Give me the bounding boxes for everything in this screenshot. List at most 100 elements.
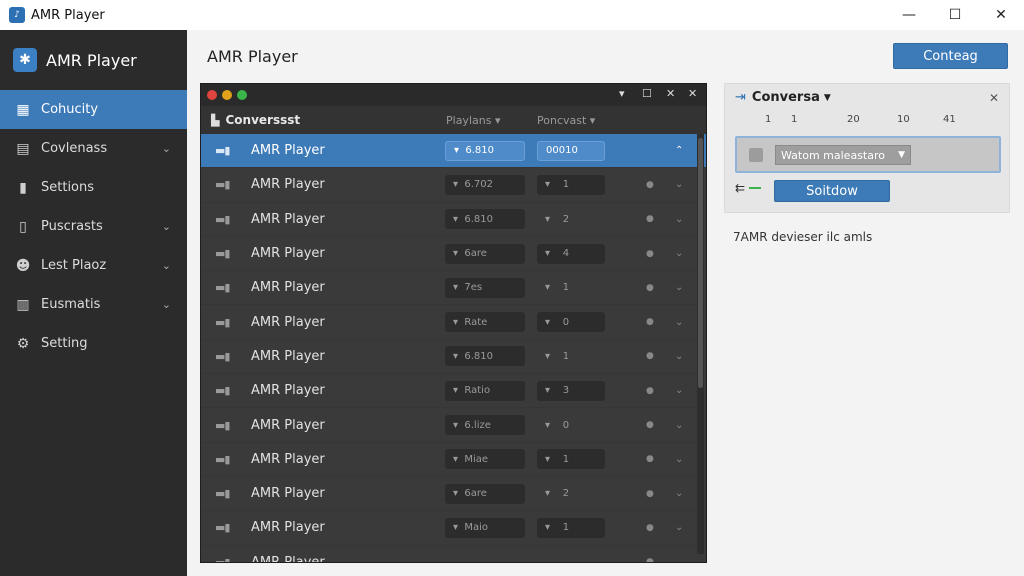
sidebar-item[interactable]: ▤ Covlenass ⌄: [0, 129, 187, 168]
close-icon[interactable]: ✕: [989, 91, 999, 105]
continue-button[interactable]: Conteag: [893, 43, 1008, 69]
table-row[interactable]: ▬▮ AMR Player ▾ Miae ▾ 1 ● ⌄: [201, 443, 706, 477]
scrollbar-thumb[interactable]: [698, 138, 703, 388]
count-field[interactable]: ▾ 1: [537, 174, 605, 195]
bitrate-field[interactable]: ▾ 6.810: [445, 140, 525, 161]
sidebar-item[interactable]: ▥ Eusmatis ⌄: [0, 285, 187, 324]
table-row[interactable]: ▬▮ AMR Player ▾ Rate ▾ 0 ● ⌄: [201, 305, 706, 340]
bitrate-field[interactable]: ▾ Miae: [445, 449, 525, 470]
bitrate-field[interactable]: ▾ Ratio: [445, 380, 525, 401]
chevron-icon[interactable]: ⌄: [675, 282, 683, 293]
track-name: AMR Player: [251, 211, 325, 227]
table-row[interactable]: ▬▮ AMR Player ▾ 7es ▾ 1 ● ⌄: [201, 271, 706, 306]
dot-icon[interactable]: ●: [646, 351, 654, 361]
chevron-icon[interactable]: ⌄: [675, 248, 683, 259]
sidebar-item[interactable]: ▮ Settions: [0, 168, 187, 207]
close-icon[interactable]: ✕: [688, 87, 697, 100]
chevron-down-icon[interactable]: ⌄: [162, 220, 171, 233]
card-title[interactable]: Conversa: [752, 90, 820, 105]
chevron-icon[interactable]: ⌄: [675, 317, 683, 328]
bitrate-field[interactable]: ▾ 7es: [445, 277, 525, 298]
dot-icon[interactable]: ●: [646, 523, 654, 533]
chevron-icon[interactable]: ⌄: [675, 214, 683, 225]
sidebar-item[interactable]: ▯ Puscrasts ⌄: [0, 207, 187, 246]
count-field[interactable]: ▾ 0: [537, 415, 605, 435]
table-row[interactable]: ▬▮ AMR Player ▾ 6.810 00010 ⌃: [201, 134, 706, 169]
maximize-icon[interactable]: ☐: [642, 87, 652, 100]
format-select[interactable]: Watom maleastaro ▼: [775, 145, 911, 165]
sidebar-item[interactable]: ▦ Cohucity: [0, 90, 187, 129]
bitrate-field[interactable]: ▾ Rate: [445, 312, 525, 333]
chevron-icon[interactable]: ⌄: [675, 385, 683, 396]
sidebar-item[interactable]: ⚙ Setting: [0, 324, 187, 363]
count-field[interactable]: ▾ 3: [537, 380, 605, 401]
table-row[interactable]: ▬▮ AMR Player ▾ 6.lize ▾ 0 ● ⌄: [201, 408, 706, 443]
maximize-button[interactable]: ☐: [932, 0, 978, 30]
close-dot[interactable]: [207, 90, 217, 100]
count-field[interactable]: ▾ 1: [537, 278, 605, 298]
dot-icon[interactable]: ●: [646, 386, 654, 396]
count-field[interactable]: ▾ 1: [537, 346, 605, 366]
table-row[interactable]: ▬▮ AMR Player ▾ 6are ▾ 4 ● ⌄: [201, 237, 706, 272]
chevron-icon[interactable]: ⌄: [675, 420, 683, 431]
sidebar-item[interactable]: ☻ Lest Plaoz ⌄: [0, 246, 187, 285]
table-row[interactable]: ▬▮ AMR Player ▾ Ratio ▾ 3 ● ⌄: [201, 374, 706, 409]
close-button[interactable]: ✕: [978, 0, 1024, 30]
count-field[interactable]: ▾ 1: [537, 449, 605, 470]
chevron-icon[interactable]: ⌄: [675, 557, 683, 562]
minimize-dot[interactable]: [222, 90, 232, 100]
caret-down-icon[interactable]: ▼: [824, 93, 831, 103]
count-field[interactable]: 00010: [537, 140, 605, 161]
column-name[interactable]: Converssst: [225, 113, 300, 127]
chevron-icon[interactable]: ⌄: [675, 351, 683, 362]
dot-icon[interactable]: ●: [646, 180, 654, 190]
chevron-icon[interactable]: ⌄: [675, 179, 683, 190]
count-field[interactable]: ▾ 4: [537, 243, 605, 264]
sidebar-item-label: Setting: [41, 336, 88, 351]
count-field[interactable]: ▾ 2: [537, 209, 605, 229]
chevron-down-icon[interactable]: ⌄: [162, 142, 171, 155]
count-field[interactable]: ▾ 2: [537, 484, 605, 504]
scrollbar[interactable]: [697, 134, 704, 554]
file-icon: ▬▮: [215, 212, 230, 226]
bitrate-field[interactable]: ▾ 6.lize: [445, 415, 525, 436]
dot-icon[interactable]: ●: [646, 454, 654, 464]
zoom-dot[interactable]: [237, 90, 247, 100]
dot-icon[interactable]: ●: [646, 283, 654, 293]
chevron-down-icon[interactable]: ▾: [619, 87, 625, 100]
chevron-down-icon[interactable]: ⌄: [162, 259, 171, 272]
dot-icon[interactable]: ●: [646, 317, 654, 327]
dot-icon[interactable]: ●: [646, 214, 654, 224]
bitrate-field[interactable]: ▾ 6.810: [445, 346, 525, 367]
table-row[interactable]: ▬▮ AMR Player ▾ 6.810 ▾ 2 ● ⌄: [201, 203, 706, 237]
table-row[interactable]: ▬▮ AMR Player ▾ 6.810 ▾ 1 ● ⌄: [201, 340, 706, 375]
column-playlists[interactable]: Playlans ▾: [446, 114, 500, 127]
track-name: AMR Player: [251, 554, 325, 563]
bitrate-field[interactable]: ▾ 6are: [445, 243, 525, 264]
table-row[interactable]: ▬▮ AMR Player ● ⌄: [201, 546, 706, 563]
dot-icon[interactable]: ●: [646, 249, 654, 259]
chevron-icon[interactable]: ⌄: [675, 488, 683, 499]
bitrate-field[interactable]: ▾ 6are: [445, 483, 525, 504]
chevron-icon[interactable]: ⌄: [675, 522, 683, 533]
sidebar-title: AMR Player: [46, 50, 137, 70]
bitrate-field[interactable]: ▾ 6.702: [445, 174, 525, 195]
close-icon[interactable]: ✕: [666, 87, 675, 100]
count-field[interactable]: ▾ 1: [537, 517, 605, 538]
dot-icon[interactable]: ●: [646, 489, 654, 499]
chevron-down-icon[interactable]: ⌄: [162, 298, 171, 311]
table-row[interactable]: ▬▮ AMR Player ▾ Maio ▾ 1 ● ⌄: [201, 511, 706, 546]
shutdown-button[interactable]: Soitdow: [774, 180, 890, 202]
dot-icon[interactable]: ●: [646, 420, 654, 430]
column-podcast[interactable]: Poncvast ▾: [537, 114, 595, 127]
table-row[interactable]: ▬▮ AMR Player ▾ 6are ▾ 2 ● ⌄: [201, 477, 706, 512]
bitrate-field[interactable]: ▾ Maio: [445, 517, 525, 538]
chevron-icon[interactable]: ⌄: [675, 454, 683, 465]
dot-icon[interactable]: ●: [646, 557, 654, 562]
count-field[interactable]: ▾ 0: [537, 312, 605, 333]
bitrate-field[interactable]: ▾ 6.810: [445, 209, 525, 230]
minimize-button[interactable]: —: [886, 0, 932, 30]
swap-arrows-icon[interactable]: ⇇: [735, 181, 745, 195]
chevron-icon[interactable]: ⌃: [675, 145, 683, 156]
table-row[interactable]: ▬▮ AMR Player ▾ 6.702 ▾ 1 ● ⌄: [201, 168, 706, 203]
